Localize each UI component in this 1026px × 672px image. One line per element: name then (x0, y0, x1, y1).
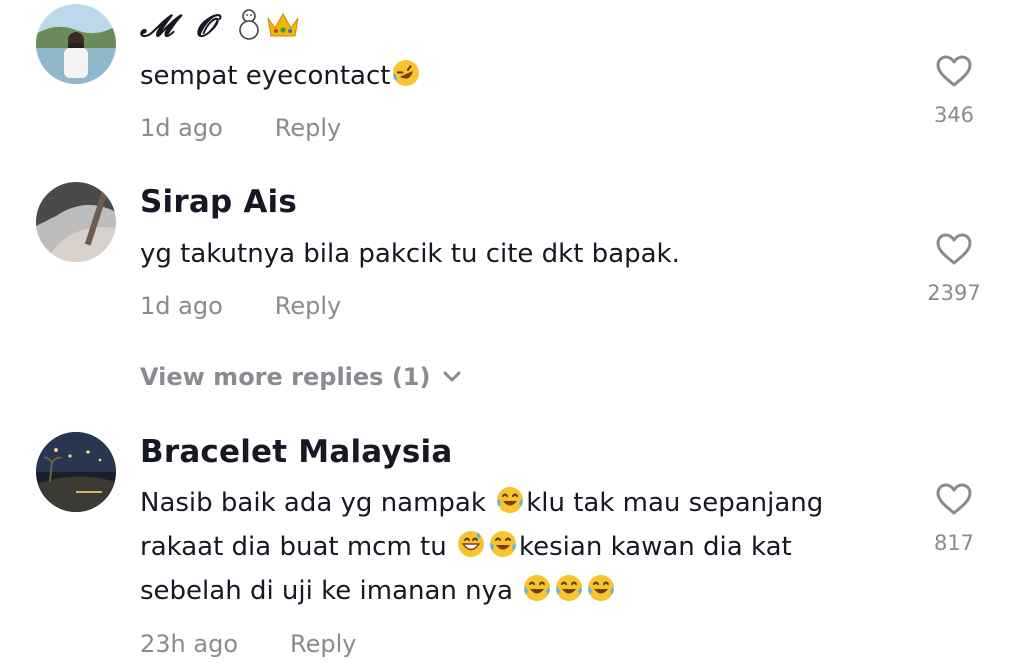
chevron-down-icon (442, 362, 462, 390)
like-control: 2397 (914, 232, 994, 305)
username[interactable]: Bracelet Malaysia (140, 434, 452, 470)
like-control: 817 (914, 482, 994, 555)
rolling-on-floor-laughing-icon (391, 58, 421, 102)
face-with-tears-of-joy-icon (488, 529, 518, 573)
like-control: 346 (914, 54, 994, 127)
heart-outline-icon[interactable] (914, 232, 994, 270)
comment-text-line: Nasib baik ada yg nampak klu tak mau sep… (140, 481, 823, 529)
crown-icon (265, 10, 301, 48)
comment-time: 1d ago (140, 114, 223, 142)
comment-meta: 23h ago Reply (140, 630, 356, 658)
face-with-tears-of-joy-icon (586, 573, 616, 617)
comment-meta: 1d ago Reply (140, 114, 341, 142)
heart-outline-icon[interactable] (914, 54, 994, 92)
comment-text: sempat eyecontact (140, 54, 422, 102)
avatar[interactable] (36, 182, 116, 262)
heart-outline-icon[interactable] (914, 482, 994, 520)
face-with-tears-of-joy-icon (554, 573, 584, 617)
username[interactable]: 𝓜 𝓞 (140, 8, 302, 48)
view-more-replies-button[interactable]: View more replies (1) (140, 362, 462, 391)
comment-text-line: rakaat dia buat mcm tu kesian kawan dia … (140, 525, 792, 573)
comment-time: 23h ago (140, 630, 239, 658)
comment-text: yg takutnya bila pakcik tu cite dkt bapa… (140, 239, 680, 269)
snowman-icon (235, 8, 263, 48)
like-count: 346 (933, 103, 975, 127)
view-more-replies-label: View more replies (1) (140, 363, 431, 391)
reply-button[interactable]: Reply (275, 292, 341, 320)
like-count: 2397 (927, 281, 981, 305)
face-with-tears-of-joy-icon (495, 485, 525, 529)
username-text: 𝓜 𝓞 (140, 9, 221, 44)
reply-button[interactable]: Reply (275, 114, 341, 142)
grinning-face-with-sweat-icon (456, 529, 486, 573)
comment-time: 1d ago (140, 292, 223, 320)
username[interactable]: Sirap Ais (140, 184, 297, 220)
avatar[interactable] (36, 4, 116, 84)
avatar[interactable] (36, 432, 116, 512)
like-count: 817 (933, 531, 975, 555)
comment-text-line: sebelah di uji ke imanan nya (140, 569, 617, 617)
face-with-tears-of-joy-icon (522, 573, 552, 617)
reply-button[interactable]: Reply (290, 630, 356, 658)
comment-meta: 1d ago Reply (140, 292, 341, 320)
